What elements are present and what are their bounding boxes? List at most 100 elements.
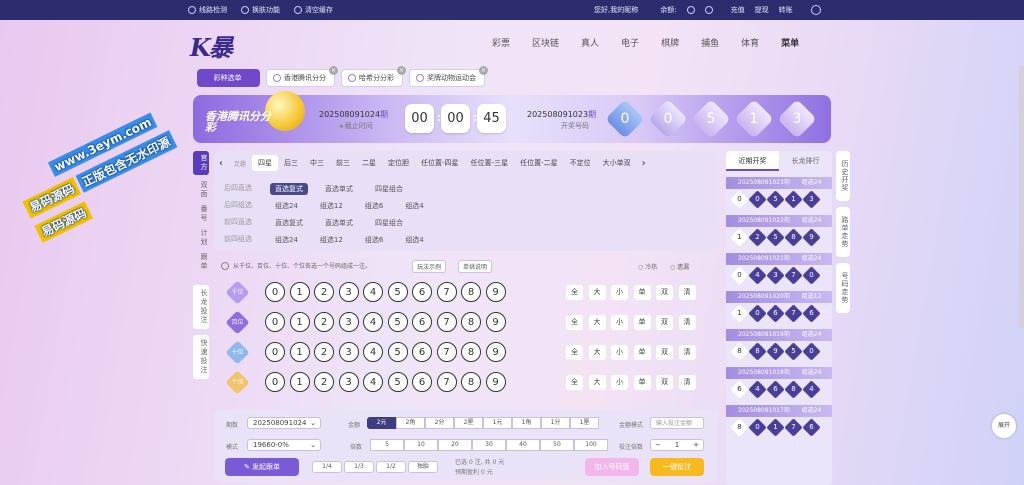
number-trend-link[interactable]: 号码走势	[836, 263, 850, 313]
amount-option[interactable]: 1厘	[570, 417, 599, 429]
number-ball[interactable]: 2	[314, 312, 334, 332]
tab-four-star[interactable]: 四星	[252, 155, 279, 171]
number-ball[interactable]: 6	[412, 282, 432, 302]
quick-select-button[interactable]: 单	[633, 345, 651, 360]
tab-fun[interactable]: 足趣	[228, 159, 252, 168]
menu-slots[interactable]: 电子	[621, 36, 639, 49]
sub-option[interactable]: 直选复式	[270, 183, 308, 195]
number-ball[interactable]: 1	[289, 282, 310, 302]
menu-cards[interactable]: 棋牌	[661, 36, 679, 49]
quick-select-button[interactable]: 清	[678, 375, 696, 390]
number-ball[interactable]: 7	[436, 312, 457, 332]
number-ball[interactable]: 4	[363, 342, 383, 362]
number-ball[interactable]: 0	[265, 372, 285, 392]
multiple-option[interactable]: 20	[438, 439, 472, 451]
tab-two-star[interactable]: 二星	[356, 158, 382, 168]
sub-option[interactable]: 组选6	[360, 234, 388, 246]
quick-select-button[interactable]: 全	[566, 285, 583, 300]
menu-lottery[interactable]: 彩票	[492, 36, 510, 49]
tab-size-odd-even[interactable]: 大小单双	[597, 158, 637, 168]
history-link[interactable]: 历史开奖	[836, 151, 850, 201]
tab-no-position[interactable]: 不定位	[564, 158, 597, 168]
multiple-option[interactable]: 50	[540, 439, 574, 451]
quick-select-button[interactable]: 小	[611, 285, 628, 300]
sub-option[interactable]: 组选6	[360, 200, 388, 212]
number-ball[interactable]: 7	[436, 342, 457, 362]
number-ball[interactable]: 6	[412, 312, 432, 332]
multiple-option[interactable]: 100	[574, 439, 608, 451]
quick-select-button[interactable]: 大	[588, 285, 606, 300]
example-button[interactable]: 玩法示例	[412, 260, 447, 273]
issue-select[interactable]: 202508091024 ⌄	[247, 417, 321, 429]
amount-option[interactable]: 2角	[396, 417, 425, 429]
sub-option[interactable]: 组选12	[315, 234, 348, 246]
sub-option[interactable]: 直选复式	[270, 217, 308, 229]
cold-hot-toggle[interactable]: ○ 冷热	[638, 262, 657, 271]
mode-select[interactable]: 19660-0% ⌄	[247, 439, 321, 451]
tab-first-three[interactable]: 前三	[330, 158, 356, 168]
number-ball[interactable]: 8	[461, 282, 481, 302]
quick-select-button[interactable]: 大	[588, 345, 606, 360]
minus-icon[interactable]: −	[655, 440, 661, 451]
submit-bet-button[interactable]: 一键投注	[650, 458, 704, 476]
quick-select-button[interactable]: 小	[611, 375, 628, 390]
sub-option[interactable]: 四星组合	[370, 217, 408, 229]
amount-option[interactable]: 1角	[512, 417, 541, 429]
fraction-option[interactable]: 1/3	[344, 461, 374, 473]
tab-medal[interactable]: 奖牌动物运动会 ×	[409, 66, 488, 87]
number-ball[interactable]: 0	[265, 342, 285, 362]
count-stepper[interactable]: −1 +	[650, 439, 704, 451]
fraction-option[interactable]: 1/2	[376, 461, 406, 473]
number-ball[interactable]: 9	[485, 342, 506, 362]
tab-recent[interactable]: 近期开奖	[726, 151, 779, 171]
nav-plan[interactable]: 计划	[193, 229, 209, 247]
explain-button[interactable]: 单挑说明	[458, 260, 493, 273]
fraction-option[interactable]: 1/4	[312, 461, 342, 473]
sub-option[interactable]: 四星组合	[370, 183, 408, 195]
number-ball[interactable]: 4	[363, 282, 383, 302]
quick-select-button[interactable]: 单	[633, 315, 651, 330]
number-ball[interactable]: 2	[314, 342, 334, 362]
number-ball[interactable]: 5	[387, 312, 408, 332]
multiple-option[interactable]: 30	[472, 439, 506, 451]
add-basket-button[interactable]: 加入号码篮	[585, 458, 639, 476]
number-ball[interactable]: 9	[485, 282, 506, 302]
tab-lottery-menu[interactable]: 彩种选单	[197, 69, 260, 87]
number-ball[interactable]: 3	[338, 312, 359, 332]
quick-select-button[interactable]: 小	[611, 345, 628, 360]
amount-option[interactable]: 1分	[541, 417, 570, 429]
sub-option[interactable]: 组选12	[315, 200, 348, 212]
amount-option[interactable]: 2分	[425, 417, 454, 429]
number-ball[interactable]: 7	[436, 282, 457, 302]
quick-select-button[interactable]: 大	[588, 375, 606, 390]
number-ball[interactable]: 0	[265, 312, 285, 332]
number-ball[interactable]: 3	[338, 282, 359, 302]
clear-cache-link[interactable]: 清空缓存	[294, 5, 333, 15]
brand-logo[interactable]: K暴	[190, 28, 254, 62]
number-ball[interactable]: 5	[387, 342, 408, 362]
quick-select-button[interactable]: 双	[656, 315, 673, 330]
logout-icon[interactable]	[810, 5, 821, 15]
close-icon[interactable]: ×	[397, 66, 406, 75]
line-check-link[interactable]: 线路检测	[188, 5, 227, 15]
menu-more[interactable]: 菜单	[781, 36, 799, 49]
quick-select-button[interactable]: 清	[678, 315, 696, 330]
number-ball[interactable]: 0	[265, 282, 285, 302]
menu-sports[interactable]: 体育	[741, 36, 759, 49]
quick-select-button[interactable]: 单	[633, 375, 651, 390]
quick-select-button[interactable]: 小	[611, 315, 628, 330]
plus-icon[interactable]: +	[693, 440, 699, 451]
number-ball[interactable]: 5	[387, 372, 408, 392]
transfer-link[interactable]: 转账	[779, 5, 793, 15]
quick-select-button[interactable]: 全	[566, 345, 583, 360]
sub-option[interactable]: 直选单式	[320, 183, 358, 195]
amount-option[interactable]: 2厘	[454, 417, 483, 429]
number-ball[interactable]: 8	[461, 312, 481, 332]
miss-toggle[interactable]: ○ 遗漏	[670, 262, 689, 271]
number-ball[interactable]: 7	[436, 372, 457, 392]
nav-follow[interactable]: 跟单	[193, 253, 209, 271]
close-icon[interactable]: ×	[329, 66, 338, 75]
quick-select-button[interactable]: 双	[656, 375, 673, 390]
multiple-option[interactable]: 40	[506, 439, 540, 451]
sub-option[interactable]: 直选单式	[320, 217, 358, 229]
